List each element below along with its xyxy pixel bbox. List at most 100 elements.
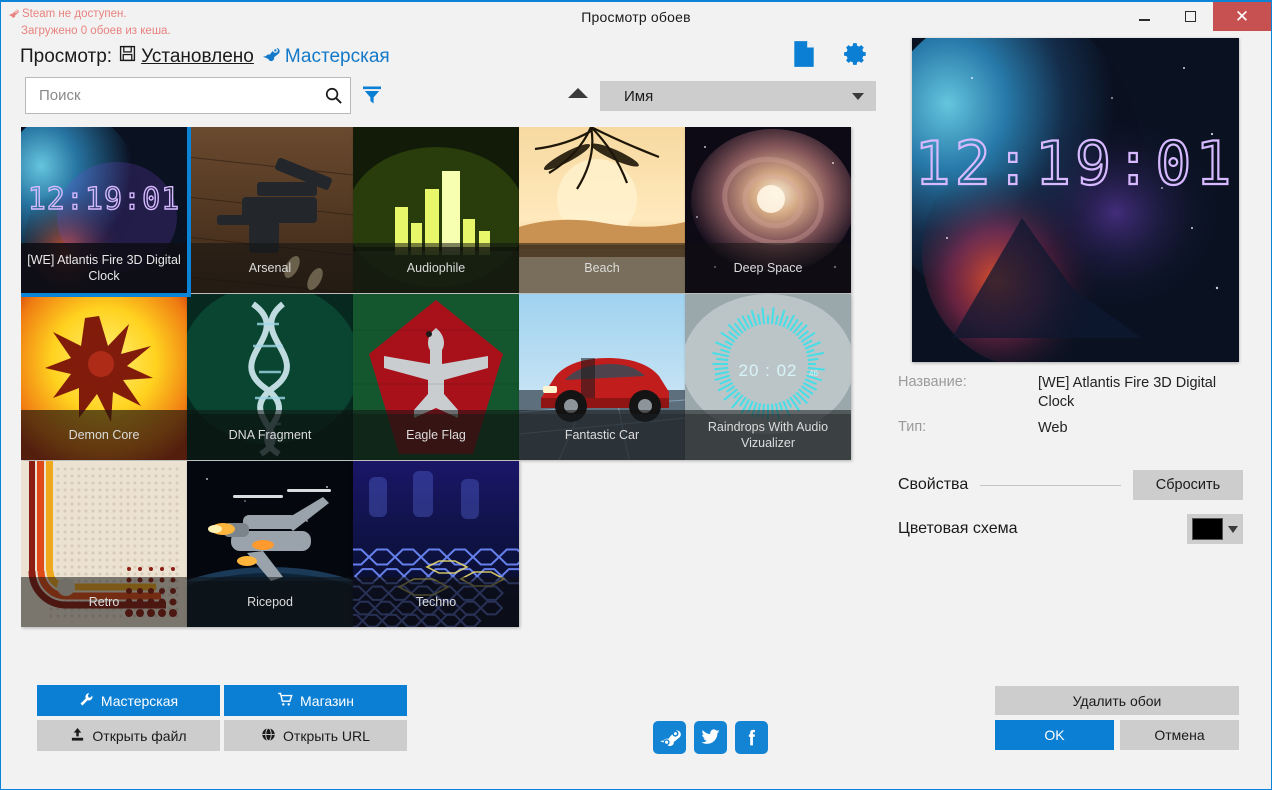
- close-button[interactable]: ✕: [1213, 2, 1271, 31]
- steam-icon: [261, 44, 280, 69]
- view-selector: Просмотр: Установлено Мастерская: [20, 44, 390, 69]
- wallpaper-tile-title: Demon Core: [21, 410, 187, 460]
- status-line-1: Steam не доступен.: [7, 7, 171, 24]
- tab-workshop-label: Мастерская: [284, 45, 390, 67]
- preview-image: 12:19:01: [912, 38, 1239, 362]
- wallpaper-tile-title: Fantastic Car: [519, 410, 685, 460]
- reset-button[interactable]: Сбросить: [1133, 470, 1243, 500]
- wallpaper-tile-slot: DNA Fragment: [187, 294, 353, 461]
- wallpaper-tile-slot: Eagle Flag: [353, 294, 519, 461]
- toolbar-icons: [791, 40, 869, 73]
- close-icon: ✕: [1234, 7, 1250, 26]
- wallpaper-tile[interactable]: Eagle Flag: [353, 294, 519, 460]
- dialog-buttons: OK Отмена: [995, 720, 1239, 750]
- file-icon[interactable]: [791, 40, 817, 73]
- secondary-actions-row: Открыть файл Открыть URL: [37, 720, 407, 751]
- cancel-button[interactable]: Отмена: [1120, 720, 1239, 750]
- wallpaper-tile[interactable]: Techno: [353, 461, 519, 627]
- svg-text:12:19:01: 12:19:01: [28, 182, 181, 217]
- wallpaper-tile[interactable]: Ricepod: [187, 461, 353, 627]
- sort-selected-label: Имя: [624, 87, 654, 105]
- wallpaper-tile-title: Techno: [353, 577, 519, 627]
- status-message: Steam не доступен. Загружено 0 обоев из …: [7, 7, 171, 39]
- chevron-down-icon: [1228, 525, 1238, 533]
- wallpaper-tile-slot: 12:19:01 [WE] Atlantis Fire 3D Digital Cl…: [21, 127, 191, 297]
- wallpaper-tile[interactable]: Beach: [519, 127, 685, 293]
- open-url-button[interactable]: Открыть URL: [224, 720, 407, 751]
- properties-label: Свойства: [898, 476, 969, 493]
- steam-icon[interactable]: [653, 721, 686, 754]
- wallpaper-tile[interactable]: Deep Space: [685, 127, 851, 293]
- wrench-icon: [79, 692, 94, 710]
- wallpaper-tile-slot: Fantastic Car: [519, 294, 685, 461]
- color-scheme-label: Цветовая схема: [898, 520, 1018, 537]
- twitter-icon[interactable]: [694, 721, 727, 754]
- wallpaper-tile[interactable]: Demon Core: [21, 294, 187, 460]
- sort-dropdown[interactable]: Имя: [600, 81, 876, 111]
- facebook-icon[interactable]: [735, 721, 768, 754]
- detail-row-name: Название: [WE] Atlantis Fire 3D Digital …: [898, 374, 1243, 412]
- wallpaper-tile[interactable]: Audiophile: [353, 127, 519, 293]
- type-value: Web: [1038, 420, 1068, 436]
- maximize-button[interactable]: [1167, 2, 1213, 31]
- wallpaper-tile[interactable]: 12:19:01 [WE] Atlantis Fire 3D Digital Cl…: [21, 127, 191, 297]
- color-swatch[interactable]: [1192, 518, 1223, 540]
- filter-icon[interactable]: [361, 84, 383, 111]
- store-button[interactable]: Магазин: [224, 685, 407, 716]
- wallpaper-tile[interactable]: 20 : 02 46 Raindrops With Audio Vizualiz…: [685, 294, 851, 460]
- status-text-2: Загружено 0 обоев из кеша.: [21, 25, 171, 37]
- wallpaper-tile[interactable]: Retro: [21, 461, 187, 627]
- workshop-button[interactable]: Мастерская: [37, 685, 220, 716]
- minimize-button[interactable]: [1121, 2, 1167, 31]
- wallpaper-tile-title: Raindrops With Audio Vizualizer: [685, 410, 851, 460]
- delete-wallpaper-button[interactable]: Удалить обои: [995, 686, 1239, 715]
- wallpaper-tile-slot: Audiophile: [353, 127, 519, 294]
- wallpaper-tile-title: Retro: [21, 577, 187, 627]
- wallpaper-tile-title: Ricepod: [187, 577, 353, 627]
- gear-icon[interactable]: [843, 41, 869, 72]
- divider: [980, 484, 1121, 486]
- upload-icon: [70, 727, 85, 745]
- globe-icon: [261, 727, 276, 745]
- wallpaper-tile-title: DNA Fragment: [187, 410, 353, 460]
- minimize-icon: [1138, 19, 1150, 21]
- sort-ascending-icon[interactable]: [568, 88, 588, 98]
- color-scheme-row: Цветовая схема: [898, 514, 1243, 544]
- wallpaper-tile-slot: Demon Core: [21, 294, 187, 461]
- cart-icon: [277, 692, 293, 710]
- search-box[interactable]: [25, 77, 351, 114]
- tab-workshop[interactable]: Мастерская: [261, 44, 390, 69]
- tab-installed-label: Установлено: [141, 45, 254, 67]
- wallpaper-tile[interactable]: Arsenal: [187, 127, 353, 293]
- name-value: [WE] Atlantis Fire 3D Digital Clock: [1038, 375, 1217, 410]
- wallpaper-tile[interactable]: DNA Fragment: [187, 294, 353, 460]
- search-input[interactable]: [26, 87, 316, 104]
- social-links: [653, 721, 768, 754]
- properties-section: Свойства Сбросить: [898, 470, 1243, 500]
- svg-text:20 : 02: 20 : 02: [739, 361, 798, 380]
- view-label: Просмотр:: [20, 45, 113, 67]
- ok-button[interactable]: OK: [995, 720, 1114, 750]
- wallpaper-tile-slot: Arsenal: [187, 127, 353, 294]
- window-title: Просмотр обоев: [581, 8, 691, 25]
- tab-installed[interactable]: Установлено: [119, 45, 254, 68]
- wallpaper-tile-title: Audiophile: [353, 243, 519, 293]
- wallpaper-tile-slot: Beach: [519, 127, 685, 294]
- type-label: Тип:: [898, 419, 927, 435]
- wallpaper-tile-slot: Deep Space: [685, 127, 851, 294]
- wallpaper-tile[interactable]: Fantastic Car: [519, 294, 685, 460]
- steam-icon: [7, 7, 19, 24]
- search-icon[interactable]: [316, 86, 350, 105]
- floppy-disk-icon: [119, 45, 136, 68]
- svg-text:46: 46: [809, 369, 818, 378]
- wallpaper-tile-slot: Techno: [353, 461, 519, 628]
- wallpaper-tile-title: [WE] Atlantis Fire 3D Digital Clock: [21, 243, 187, 293]
- wallpaper-tile-title: Beach: [519, 243, 685, 293]
- wallpaper-tile-slot: Ricepod: [187, 461, 353, 628]
- name-label: Название:: [898, 374, 967, 390]
- color-scheme-picker[interactable]: [1187, 514, 1243, 544]
- open-file-button[interactable]: Открыть файл: [37, 720, 220, 751]
- store-label: Магазин: [299, 692, 354, 709]
- title-bar: Просмотр обоев: [1, 2, 1271, 31]
- wallpaper-grid[interactable]: 12:19:01 [WE] Atlantis Fire 3D Digital Cl…: [21, 127, 881, 647]
